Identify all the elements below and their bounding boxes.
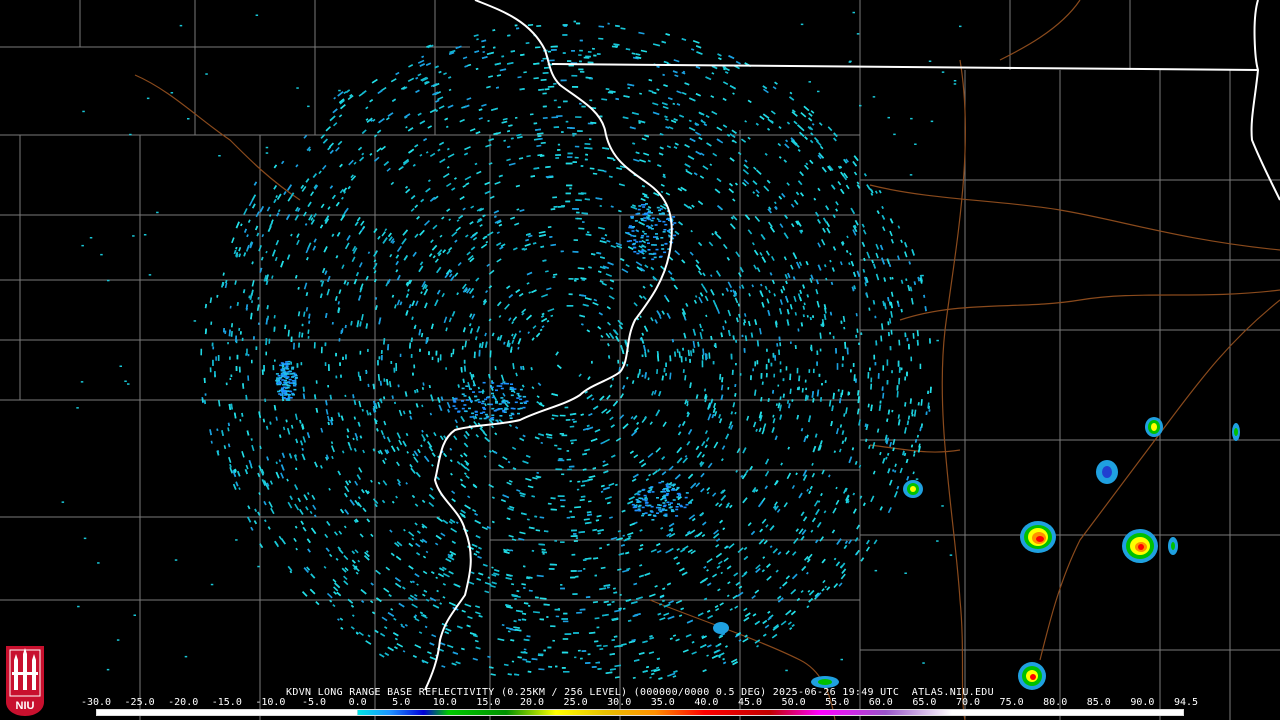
storm-cell <box>903 480 923 498</box>
scale-tick-label: 90.0 <box>1130 697 1155 708</box>
storm-cell <box>713 622 729 634</box>
storm-cell <box>1122 529 1158 563</box>
scale-tick-label: 0.0 <box>348 697 367 708</box>
reflectivity-scale-labels: -30.0 -25.0 -20.0 -15.0 -10.0 -5.0 0.0 5.0 10.0 1… <box>81 697 1198 709</box>
storm-cell <box>1096 460 1118 484</box>
scale-tick-label: 85.0 <box>1086 697 1111 708</box>
scale-tick-label: 35.0 <box>650 697 675 708</box>
color-bar-segment <box>357 710 1183 715</box>
scale-tick-label: 75.0 <box>999 697 1024 708</box>
radar-site-marker <box>563 358 571 366</box>
scale-tick-label: 60.0 <box>868 697 893 708</box>
scale-tick-label: 20.0 <box>519 697 545 708</box>
scale-tick-label: -30.0 <box>80 697 112 708</box>
scale-tick-label: -5.0 <box>301 697 327 708</box>
scale-tick-label: 65.0 <box>912 697 937 708</box>
storm-cell <box>1168 537 1178 555</box>
scale-tick-label: 10.0 <box>432 697 457 708</box>
scale-tick-label: -25.0 <box>124 697 155 708</box>
storm-cell <box>1018 662 1046 690</box>
reflectivity-color-bar <box>96 709 1184 716</box>
scale-tick-label: 30.0 <box>607 697 632 708</box>
color-bar-segment <box>97 710 358 715</box>
scale-tick-label: -15.0 <box>211 697 242 708</box>
scale-tick-label: 15.0 <box>476 697 501 708</box>
scale-tick-label: 40.0 <box>694 697 719 708</box>
scale-tick-label: 80.0 <box>1043 697 1068 708</box>
scale-tick-label: -20.0 <box>168 697 199 708</box>
scale-tick-label: 5.0 <box>392 697 411 708</box>
scale-tick-label: 50.0 <box>781 697 806 708</box>
scale-tick-label: -10.0 <box>255 697 286 708</box>
scale-tick-label: 94.5 <box>1173 697 1199 708</box>
storm-cell <box>1145 417 1163 437</box>
storm-cell <box>1020 521 1056 553</box>
storm-cell <box>1232 423 1240 441</box>
niu-logo: NIU <box>6 646 44 716</box>
radar-map <box>0 0 1280 720</box>
scale-tick-label: 25.0 <box>563 697 588 708</box>
scale-tick-label: 70.0 <box>955 697 981 708</box>
niu-logo-text: NIU <box>16 700 35 712</box>
scale-tick-label: 55.0 <box>825 697 850 708</box>
scale-tick-label: 45.0 <box>737 697 763 708</box>
